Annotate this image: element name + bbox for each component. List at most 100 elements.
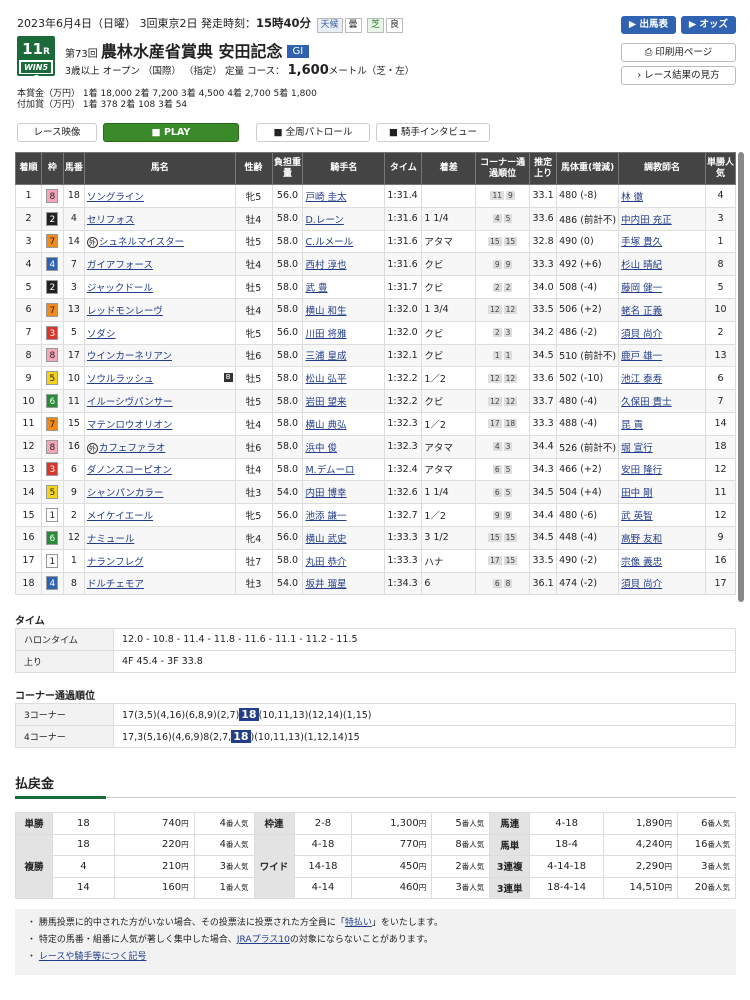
trainer-link[interactable]: 中内田 充正: [621, 215, 672, 226]
payout-row: 14 160円 1番人気 4-14 460円 3番人気 3連単 18-4-14 14,510円 2…: [16, 876, 737, 899]
jockey-link[interactable]: 内田 博幸: [305, 488, 346, 499]
horse-name-link[interactable]: ソダシ: [87, 329, 116, 340]
jockey-link[interactable]: 松山 弘平: [305, 374, 346, 385]
horse-name-cell: 外カフェファラオ: [83, 434, 236, 459]
waku-badge: 5: [46, 371, 59, 386]
jockey-link[interactable]: D.レーン: [305, 215, 343, 226]
tokubarai-link[interactable]: 特払い: [345, 918, 372, 928]
horse-name-link[interactable]: マテンロウオリオン: [87, 420, 173, 431]
jockey-cell: 川田 将雅: [302, 320, 386, 345]
horse-name-link[interactable]: ダノンスコーピオン: [87, 465, 172, 476]
jockey-interview-button[interactable]: ■ 騎手インタビュー: [376, 123, 490, 142]
horse-name-link[interactable]: セリフォス: [87, 215, 135, 226]
trainer-cell: 須貝 尚介: [618, 571, 706, 596]
horse-name-link[interactable]: カフェファラオ: [99, 443, 166, 454]
corner-3: 12: [488, 373, 502, 383]
horse-name-link[interactable]: ソウルラッシュ: [87, 374, 154, 385]
corner-3: 4: [492, 214, 502, 224]
horse-number: 5: [62, 320, 85, 345]
finish-rank: 13: [15, 457, 42, 482]
horse-name-link[interactable]: シュネルマイスター: [99, 237, 184, 248]
trainer-link[interactable]: 宗像 義忠: [621, 557, 662, 568]
shutsuba-button[interactable]: ▶ 出馬表: [621, 16, 676, 34]
scrollbar[interactable]: [738, 152, 744, 602]
umatan-number: 18-4: [529, 833, 605, 856]
jockey-cell: 坂井 瑠星: [302, 571, 386, 596]
print-page-button[interactable]: ⎙ 印刷用ページ: [621, 43, 736, 62]
finish-rank: 7: [15, 320, 42, 345]
trainer-link[interactable]: 昆 貢: [621, 420, 643, 431]
popularity: 13: [704, 343, 737, 368]
corner-3: 6: [492, 487, 502, 497]
trainer-link[interactable]: 高野 友和: [621, 534, 662, 545]
trainer-link[interactable]: 池江 泰寿: [621, 374, 662, 385]
trainer-link[interactable]: 手塚 貴久: [621, 237, 662, 248]
trainer-link[interactable]: 須貝 尚介: [621, 579, 662, 590]
horse-name-link[interactable]: ソングライン: [87, 192, 144, 203]
jockey-cell: M.デムーロ: [302, 457, 386, 482]
jockey-link[interactable]: 横山 武史: [305, 534, 346, 545]
last-3f: 33.1: [529, 184, 558, 208]
corner-3: 2: [492, 282, 502, 292]
trainer-link[interactable]: 武 英智: [621, 511, 653, 522]
trainer-link[interactable]: 安田 隆行: [621, 465, 662, 476]
jockey-link[interactable]: 横山 和生: [305, 306, 346, 317]
corner-3: 6: [492, 578, 502, 588]
corner-positions: 17 18: [475, 411, 531, 436]
jockey-link[interactable]: 岩田 望来: [305, 397, 346, 408]
jockey-link[interactable]: 武 豊: [305, 283, 327, 294]
margin: クビ: [421, 389, 477, 413]
column-header: 単勝人気: [704, 152, 737, 185]
horse-name-cell: セリフォス: [83, 206, 236, 231]
finish-rank: 18: [15, 571, 42, 596]
horse-name-link[interactable]: ガイアフォース: [87, 260, 153, 271]
trainer-link[interactable]: 堀 宣行: [621, 443, 653, 454]
jockey-link[interactable]: 横山 典弘: [305, 420, 346, 431]
jockey-link[interactable]: 坂井 瑠星: [305, 579, 346, 590]
jockey-link[interactable]: 戸崎 圭太: [305, 192, 346, 203]
waku-badge: 8: [46, 439, 59, 454]
carried-weight: 56.0: [271, 503, 304, 527]
trainer-link[interactable]: 杉山 晴紀: [621, 260, 662, 271]
trainer-link[interactable]: 須貝 尚介: [621, 329, 662, 340]
horse-name-cell: レッドモンレーヴ: [83, 297, 236, 322]
trainer-link[interactable]: 田中 剛: [621, 488, 653, 499]
table-row: 14 5 9 シャンパンカラー 牡3 54.0 内田 博幸 1:32.6 1 1/4 6 5 34.5…: [15, 480, 737, 505]
horse-name-link[interactable]: メイケイエール: [87, 511, 153, 522]
finish-time: 1:31.6: [384, 252, 423, 277]
jockey-link[interactable]: 西村 淳也: [305, 260, 346, 271]
horse-name-link[interactable]: レッドモンレーヴ: [87, 306, 163, 317]
horse-name-link[interactable]: ナランフレグ: [87, 557, 144, 568]
horse-name-link[interactable]: イルーシヴパンサー: [87, 397, 173, 408]
play-button[interactable]: ■ PLAY: [103, 123, 239, 142]
horse-name-link[interactable]: ドルチェモア: [87, 579, 144, 590]
jockey-link[interactable]: 浜中 俊: [305, 443, 337, 454]
trainer-link[interactable]: 林 徹: [621, 192, 643, 203]
symbols-link[interactable]: レースや騎手等につく記号: [39, 952, 147, 962]
jra-plus10-link[interactable]: JRAプラス10: [237, 935, 290, 945]
odds-button[interactable]: ▶ オッズ: [681, 16, 736, 34]
trainer-link[interactable]: 鹿戸 雄一: [621, 351, 662, 362]
trainer-link[interactable]: 久保田 貴士: [621, 397, 672, 408]
trainer-cell: 手塚 貴久: [618, 229, 706, 254]
wide-label: ワイド: [253, 833, 295, 899]
result-guide-button[interactable]: › レース結果の見方: [621, 66, 736, 85]
body-weight: 508 (-4): [556, 275, 620, 299]
horse-name-link[interactable]: ウインカーネリアン: [87, 351, 172, 362]
horse-name-link[interactable]: ナミュール: [87, 534, 135, 545]
trainer-link[interactable]: 蛯名 正義: [621, 306, 662, 317]
horse-name-link[interactable]: シャンパンカラー: [87, 488, 163, 499]
wakuren-amount: 1,300円: [351, 812, 433, 835]
jockey-link[interactable]: M.デムーロ: [305, 465, 354, 476]
trainer-link[interactable]: 藤岡 健一: [621, 283, 662, 294]
jockey-link[interactable]: 池添 謙一: [305, 511, 346, 522]
jockey-link[interactable]: 丸田 恭介: [305, 557, 346, 568]
patrol-video-button[interactable]: ■ 全周パトロール: [256, 123, 370, 142]
corner-positions: 15 15: [475, 229, 531, 254]
jockey-link[interactable]: 川田 将雅: [305, 329, 346, 340]
table-row: 5 2 3 ジャックドール 牡5 58.0 武 豊 1:31.7 クビ 2 2 34.0 508 (-4…: [15, 275, 737, 299]
jockey-link[interactable]: 三浦 皇成: [305, 351, 346, 362]
horse-name-link[interactable]: ジャックドール: [87, 283, 153, 294]
jockey-link[interactable]: C.ルメール: [305, 237, 353, 248]
corner-positions: 12 12: [475, 297, 531, 322]
